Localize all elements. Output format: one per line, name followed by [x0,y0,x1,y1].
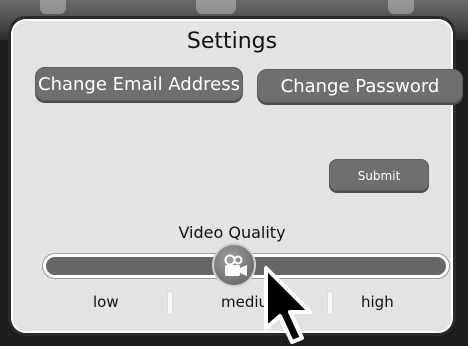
background-detail [388,0,414,14]
video-quality-label: Video Quality [178,223,286,242]
settings-title: Settings [186,29,278,54]
settings-panel: Settings Change Email Address Change Pas… [8,16,463,336]
tick-mark [167,291,173,315]
video-camera-icon [224,254,247,276]
mouse-pointer-icon [264,266,312,344]
tick-mark [327,291,333,315]
video-quality-slider[interactable] [43,243,449,287]
tick-label-high: high [361,293,394,311]
change-email-button[interactable]: Change Email Address [35,67,243,101]
change-password-button[interactable]: Change Password [257,69,463,103]
background-detail [196,0,236,14]
screen: Settings Change Email Address Change Pas… [0,0,468,346]
tick-label-low: low [93,293,119,311]
background-detail [40,0,66,14]
submit-button[interactable]: Submit [329,159,429,191]
slider-thumb[interactable] [212,243,256,287]
